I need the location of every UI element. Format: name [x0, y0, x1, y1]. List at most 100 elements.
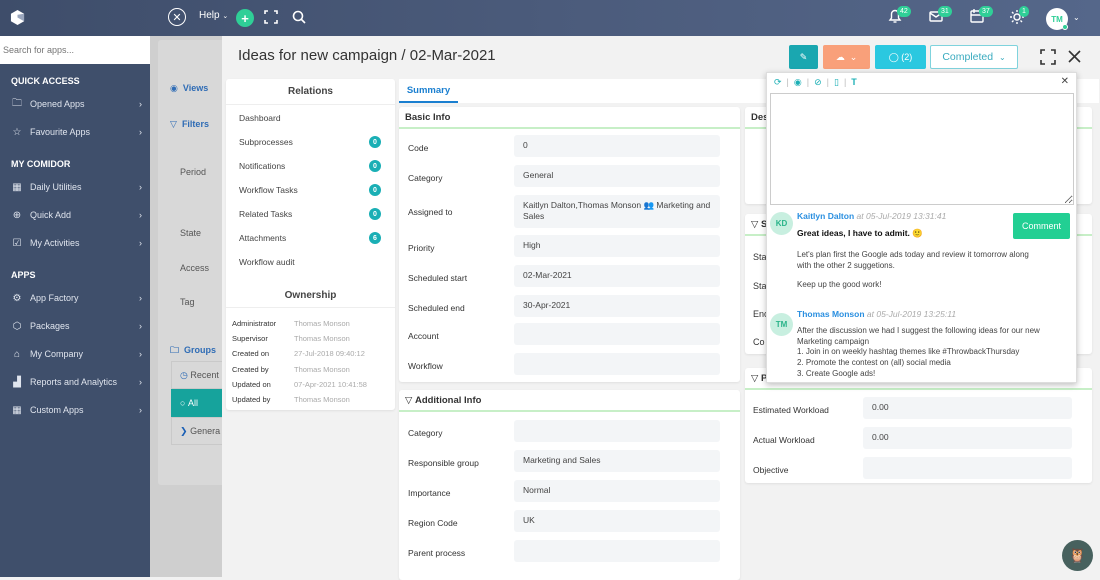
count-badge: 0	[369, 136, 381, 148]
field-value[interactable]: High	[514, 235, 720, 257]
chevron-down-icon: ⌄	[849, 51, 858, 62]
field-value[interactable]: General	[514, 165, 720, 187]
relation-subprocesses[interactable]: Subprocesses 0	[226, 130, 395, 154]
messages-badge: 31	[938, 6, 952, 17]
filter-period[interactable]: Period	[180, 167, 206, 177]
additional-info-header[interactable]: ▽ Additional Info	[399, 390, 740, 412]
views-link[interactable]: ◉ Views	[170, 83, 208, 94]
field-value[interactable]: Marketing and Sales	[514, 450, 720, 472]
group-general[interactable]: ❯ Genera	[171, 417, 226, 445]
close-app-icon[interactable]: ✕	[168, 8, 186, 26]
pencil-icon: ✎	[799, 51, 808, 62]
notifications-button[interactable]: 42	[888, 6, 911, 26]
field-value[interactable]: UK	[514, 510, 720, 532]
maximize-icon[interactable]	[1040, 49, 1056, 65]
avatar: TM	[770, 313, 793, 336]
field-value[interactable]	[863, 457, 1072, 479]
tab-summary[interactable]: Summary	[399, 79, 458, 103]
field-value[interactable]	[514, 420, 720, 442]
relation-notifications[interactable]: Notifications 0	[226, 154, 395, 178]
collapse-triangle-icon: ▽	[751, 218, 759, 230]
sidebar-item-my-activities[interactable]: ☑ My Activities ›	[0, 229, 150, 257]
chevron-right-icon: ›	[139, 293, 142, 303]
sidebar-item-app-factory[interactable]: ⚙ App Factory ›	[0, 284, 150, 312]
field-value[interactable]: 0	[514, 135, 720, 157]
sidebar-item-daily-utilities[interactable]: ▦ Daily Utilities ›	[0, 173, 150, 201]
relation-related-tasks[interactable]: Related Tasks 0	[226, 202, 395, 226]
field-value[interactable]: Normal	[514, 480, 720, 502]
sidebar-item-packages[interactable]: ⬡ Packages ›	[0, 312, 150, 340]
sidebar-item-custom-apps[interactable]: ▦ Custom Apps ›	[0, 396, 150, 424]
activity-button[interactable]: 1	[1010, 6, 1029, 26]
field-scheduled-start: Scheduled start 02-Mar-2021	[399, 262, 740, 292]
chevron-right-icon: ›	[139, 321, 142, 331]
eye-off-icon[interactable]: ⊘	[814, 77, 822, 88]
add-button[interactable]: +	[236, 9, 254, 27]
filter-state[interactable]: State	[180, 228, 201, 238]
comment-author: Kaitlyn Dalton at 05-Jul-2019 13:31:41	[797, 211, 947, 221]
sidebar: QUICK ACCESS 🗀Opened Apps› ☆Favourite Ap…	[0, 36, 150, 577]
field-value[interactable]: 0.00	[863, 397, 1072, 419]
comment-textarea[interactable]	[770, 93, 1074, 205]
collapse-triangle-icon: ▽	[405, 394, 413, 406]
edit-button[interactable]: ✎	[789, 45, 818, 69]
refresh-icon[interactable]: ⟳	[774, 77, 782, 88]
field-value[interactable]: Kaitlyn Dalton,Thomas Monson 👥 Marketing…	[514, 195, 720, 228]
field-category: Category General	[399, 162, 740, 192]
field-priority: Priority High	[399, 232, 740, 262]
calendar-button[interactable]: 37	[970, 6, 993, 26]
assistant-owl-button[interactable]: 🦉	[1062, 540, 1093, 571]
user-menu-chevron-icon[interactable]: ⌄	[1073, 13, 1080, 22]
close-popup-icon[interactable]: ✕	[1061, 76, 1069, 87]
sidebar-item-favourite-apps[interactable]: ☆ Favourite Apps ›	[0, 118, 150, 146]
groups-link[interactable]: 🗀 Groups	[170, 343, 216, 359]
help-menu[interactable]: Help ⌄	[199, 10, 228, 21]
field-value[interactable]	[514, 323, 720, 345]
bar-chart-icon: ▟	[13, 376, 21, 388]
field-value[interactable]	[514, 540, 720, 562]
field-value[interactable]: 0.00	[863, 427, 1072, 449]
app-search-input[interactable]	[0, 36, 150, 64]
relation-dashboard[interactable]: Dashboard	[226, 106, 395, 130]
download-button[interactable]: ☁ ⌄	[823, 45, 870, 69]
relation-workflow-audit[interactable]: Workflow audit	[226, 250, 395, 274]
close-record-icon[interactable]	[1068, 50, 1081, 63]
relation-attachments[interactable]: Attachments 6	[226, 226, 395, 250]
search-icon[interactable]	[292, 10, 306, 24]
section-apps: APPS	[11, 270, 36, 280]
messages-button[interactable]: 31	[929, 6, 952, 26]
text-format-icon[interactable]: T	[851, 77, 857, 87]
filters-link[interactable]: ▽ Filters	[170, 119, 209, 130]
field-importance: Importance Normal	[399, 477, 740, 507]
clipboard-icon[interactable]: ▯	[834, 77, 839, 88]
field-category: Category	[399, 417, 740, 447]
field-value[interactable]: 30-Apr-2021	[514, 295, 720, 317]
comidor-logo[interactable]	[10, 10, 25, 25]
comment-time: at 05-Jul-2019 13:25:11	[866, 309, 957, 319]
chevron-down-icon: ⌄	[998, 52, 1006, 62]
relation-workflow-tasks[interactable]: Workflow Tasks 0	[226, 178, 395, 202]
sidebar-item-quick-add[interactable]: ⊕ Quick Add ›	[0, 201, 150, 229]
status-dropdown[interactable]: Completed ⌄	[930, 45, 1018, 69]
comment-text: Keep up the good work!	[797, 280, 882, 289]
eye-icon[interactable]: ◉	[794, 77, 802, 88]
group-recent[interactable]: ◷ Recent	[171, 361, 226, 389]
filter-tag[interactable]: Tag	[180, 297, 195, 307]
owl-icon: 🦉	[1068, 547, 1087, 563]
field-value[interactable]	[514, 353, 720, 375]
fullscreen-icon[interactable]	[264, 10, 278, 24]
chevron-right-icon: ›	[139, 349, 142, 359]
sidebar-item-my-company[interactable]: ⌂ My Company ›	[0, 340, 150, 368]
filter-access[interactable]: Access	[180, 263, 209, 273]
sidebar-item-opened-apps[interactable]: 🗀 Opened Apps ›	[0, 90, 150, 118]
user-avatar[interactable]: TM	[1046, 8, 1068, 30]
group-all[interactable]: ○ All	[171, 389, 226, 417]
field-value[interactable]: 02-Mar-2021	[514, 265, 720, 287]
comment-button[interactable]: Comment	[1013, 213, 1070, 239]
field-responsible-group: Responsible group Marketing and Sales	[399, 447, 740, 477]
comment-text: After the discussion we had I suggest th…	[797, 326, 1040, 346]
sidebar-item-reports-and-analytics[interactable]: ▟ Reports and Analytics ›	[0, 368, 150, 396]
ownership-row: Supervisor Thomas Monson	[232, 334, 350, 344]
package-icon: ⬡	[12, 320, 22, 332]
comments-button[interactable]: ◯ (2)	[875, 45, 926, 69]
